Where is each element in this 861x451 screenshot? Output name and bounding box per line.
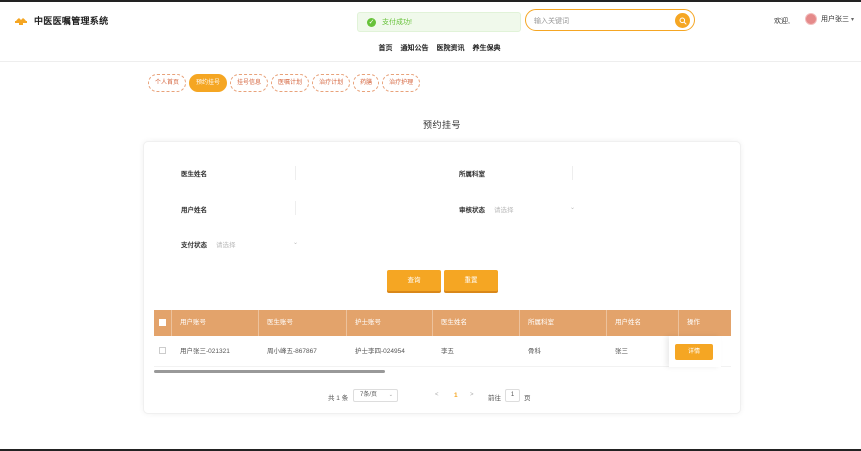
- department-field[interactable]: [572, 166, 573, 180]
- cell-user-account: 用户张三-021321: [180, 348, 230, 355]
- table-header: 用户账号 医生账号 护士账号 医生姓名 所属科室 用户姓名 操作: [154, 310, 731, 336]
- main-nav: 首页 通知公告 医院资讯 养生保典: [0, 43, 861, 53]
- app-window: 中医医嘱管理系统 ✓ 支付成功! 欢迎, 用户张三 ▾ 首页 通知公告 医院资讯…: [0, 0, 861, 451]
- nav-item-health[interactable]: 养生保典: [473, 43, 501, 53]
- chevron-down-icon: ▾: [851, 16, 855, 23]
- nav-item-news[interactable]: 医院资讯: [437, 43, 465, 53]
- doctor-name-field[interactable]: [295, 166, 296, 180]
- col-doctor-account: 医生账号: [259, 310, 347, 336]
- user-avatar: [805, 13, 817, 25]
- row-checkbox[interactable]: [159, 347, 166, 354]
- page-number-current[interactable]: 1: [454, 392, 458, 399]
- success-toast: ✓ 支付成功!: [357, 12, 521, 32]
- chevron-down-icon: ⌄: [388, 392, 393, 398]
- goto-suffix: 页: [524, 395, 531, 402]
- col-doctor-name: 医生姓名: [433, 310, 520, 336]
- cell-doctor-name: 李五: [441, 348, 454, 355]
- table-row: 用户张三-021321 周小峰五-867867 护士李四-024954 李五 骨…: [154, 336, 731, 367]
- tab-registration-info[interactable]: 挂号信息: [230, 74, 269, 92]
- search-input[interactable]: [534, 14, 664, 28]
- pagination-total: 共 1 条: [328, 395, 349, 402]
- col-department: 所属科室: [520, 310, 607, 336]
- cell-department: 骨科: [528, 348, 541, 355]
- page-size-value: 7条/页: [360, 392, 378, 398]
- col-user-account: 用户账号: [172, 310, 259, 336]
- toast-message: 支付成功!: [382, 19, 412, 26]
- app-logo[interactable]: 中医医嘱管理系统: [14, 13, 108, 27]
- next-page-button[interactable]: >: [470, 392, 474, 398]
- row-select-cell: [154, 336, 172, 367]
- review-status-label: 审核状态: [459, 207, 485, 214]
- review-status-select[interactable]: 请选择: [494, 204, 514, 214]
- welcome-text: 欢迎,: [774, 18, 790, 25]
- search-icon: [679, 17, 687, 25]
- tab-treatment-plan[interactable]: 治疗计划: [312, 74, 351, 92]
- page-title: 预约挂号: [422, 120, 461, 130]
- tab-nursing[interactable]: 治疗护理: [382, 74, 421, 92]
- query-button[interactable]: 查询: [387, 270, 441, 291]
- sub-tabs: 个人首页 预约挂号 挂号信息 医嘱计划 治疗计划 药膳 治疗护理: [148, 74, 421, 92]
- detail-button[interactable]: 详情: [675, 344, 713, 360]
- goto-page-input[interactable]: 1: [505, 389, 520, 402]
- search-button[interactable]: [675, 13, 690, 28]
- pagination: 共 1 条 7条/页 ⌄ < 1 > 前往 1 页: [144, 389, 742, 403]
- payment-status-select[interactable]: 请选择: [216, 239, 236, 249]
- tab-personal-home[interactable]: 个人首页: [148, 74, 187, 92]
- page-size-select[interactable]: 7条/页 ⌄: [353, 389, 398, 402]
- user-menu[interactable]: 用户张三 ▾: [805, 13, 854, 25]
- table-horizontal-scrollbar[interactable]: [154, 370, 385, 373]
- medical-cap-icon: [15, 16, 27, 25]
- goto-label: 前往: [488, 395, 501, 402]
- appointment-card: 医生姓名 所属科室 用户姓名 审核状态 请选择 ⌄ 支付状态 请选择 ⌄ 查询 …: [143, 141, 741, 414]
- select-all-checkbox[interactable]: [159, 319, 166, 326]
- col-nurse-account: 护士账号: [347, 310, 433, 336]
- user-name-field[interactable]: [295, 201, 296, 215]
- select-all-cell: [154, 310, 172, 336]
- col-user-name: 用户姓名: [607, 310, 679, 336]
- tab-order-plan[interactable]: 医嘱计划: [271, 74, 310, 92]
- payment-status-label: 支付状态: [181, 242, 207, 249]
- app-title: 中医医嘱管理系统: [34, 15, 109, 26]
- doctor-name-label: 医生姓名: [181, 171, 207, 178]
- window-top-border: [0, 0, 861, 2]
- col-actions: 操作: [687, 319, 700, 326]
- cell-nurse-account: 护士李四-024954: [355, 348, 405, 355]
- tab-appointment[interactable]: 预约挂号: [189, 74, 228, 92]
- search-bar: [525, 9, 695, 31]
- reset-button[interactable]: 重置: [444, 270, 498, 291]
- cell-actions: 详情: [669, 336, 721, 367]
- nav-item-notices[interactable]: 通知公告: [401, 43, 429, 53]
- nav-divider: [0, 61, 861, 62]
- tab-diet[interactable]: 药膳: [353, 74, 380, 92]
- user-name: 用户张三: [821, 16, 849, 23]
- nav-item-home[interactable]: 首页: [379, 43, 393, 53]
- check-circle-icon: ✓: [367, 17, 376, 27]
- user-name-label: 用户姓名: [181, 207, 207, 214]
- chevron-down-icon: ⌄: [570, 205, 576, 211]
- department-label: 所属科室: [459, 171, 485, 178]
- chevron-down-icon: ⌄: [293, 240, 299, 246]
- prev-page-button[interactable]: <: [435, 392, 439, 398]
- cell-doctor-account: 周小峰五-867867: [267, 348, 317, 355]
